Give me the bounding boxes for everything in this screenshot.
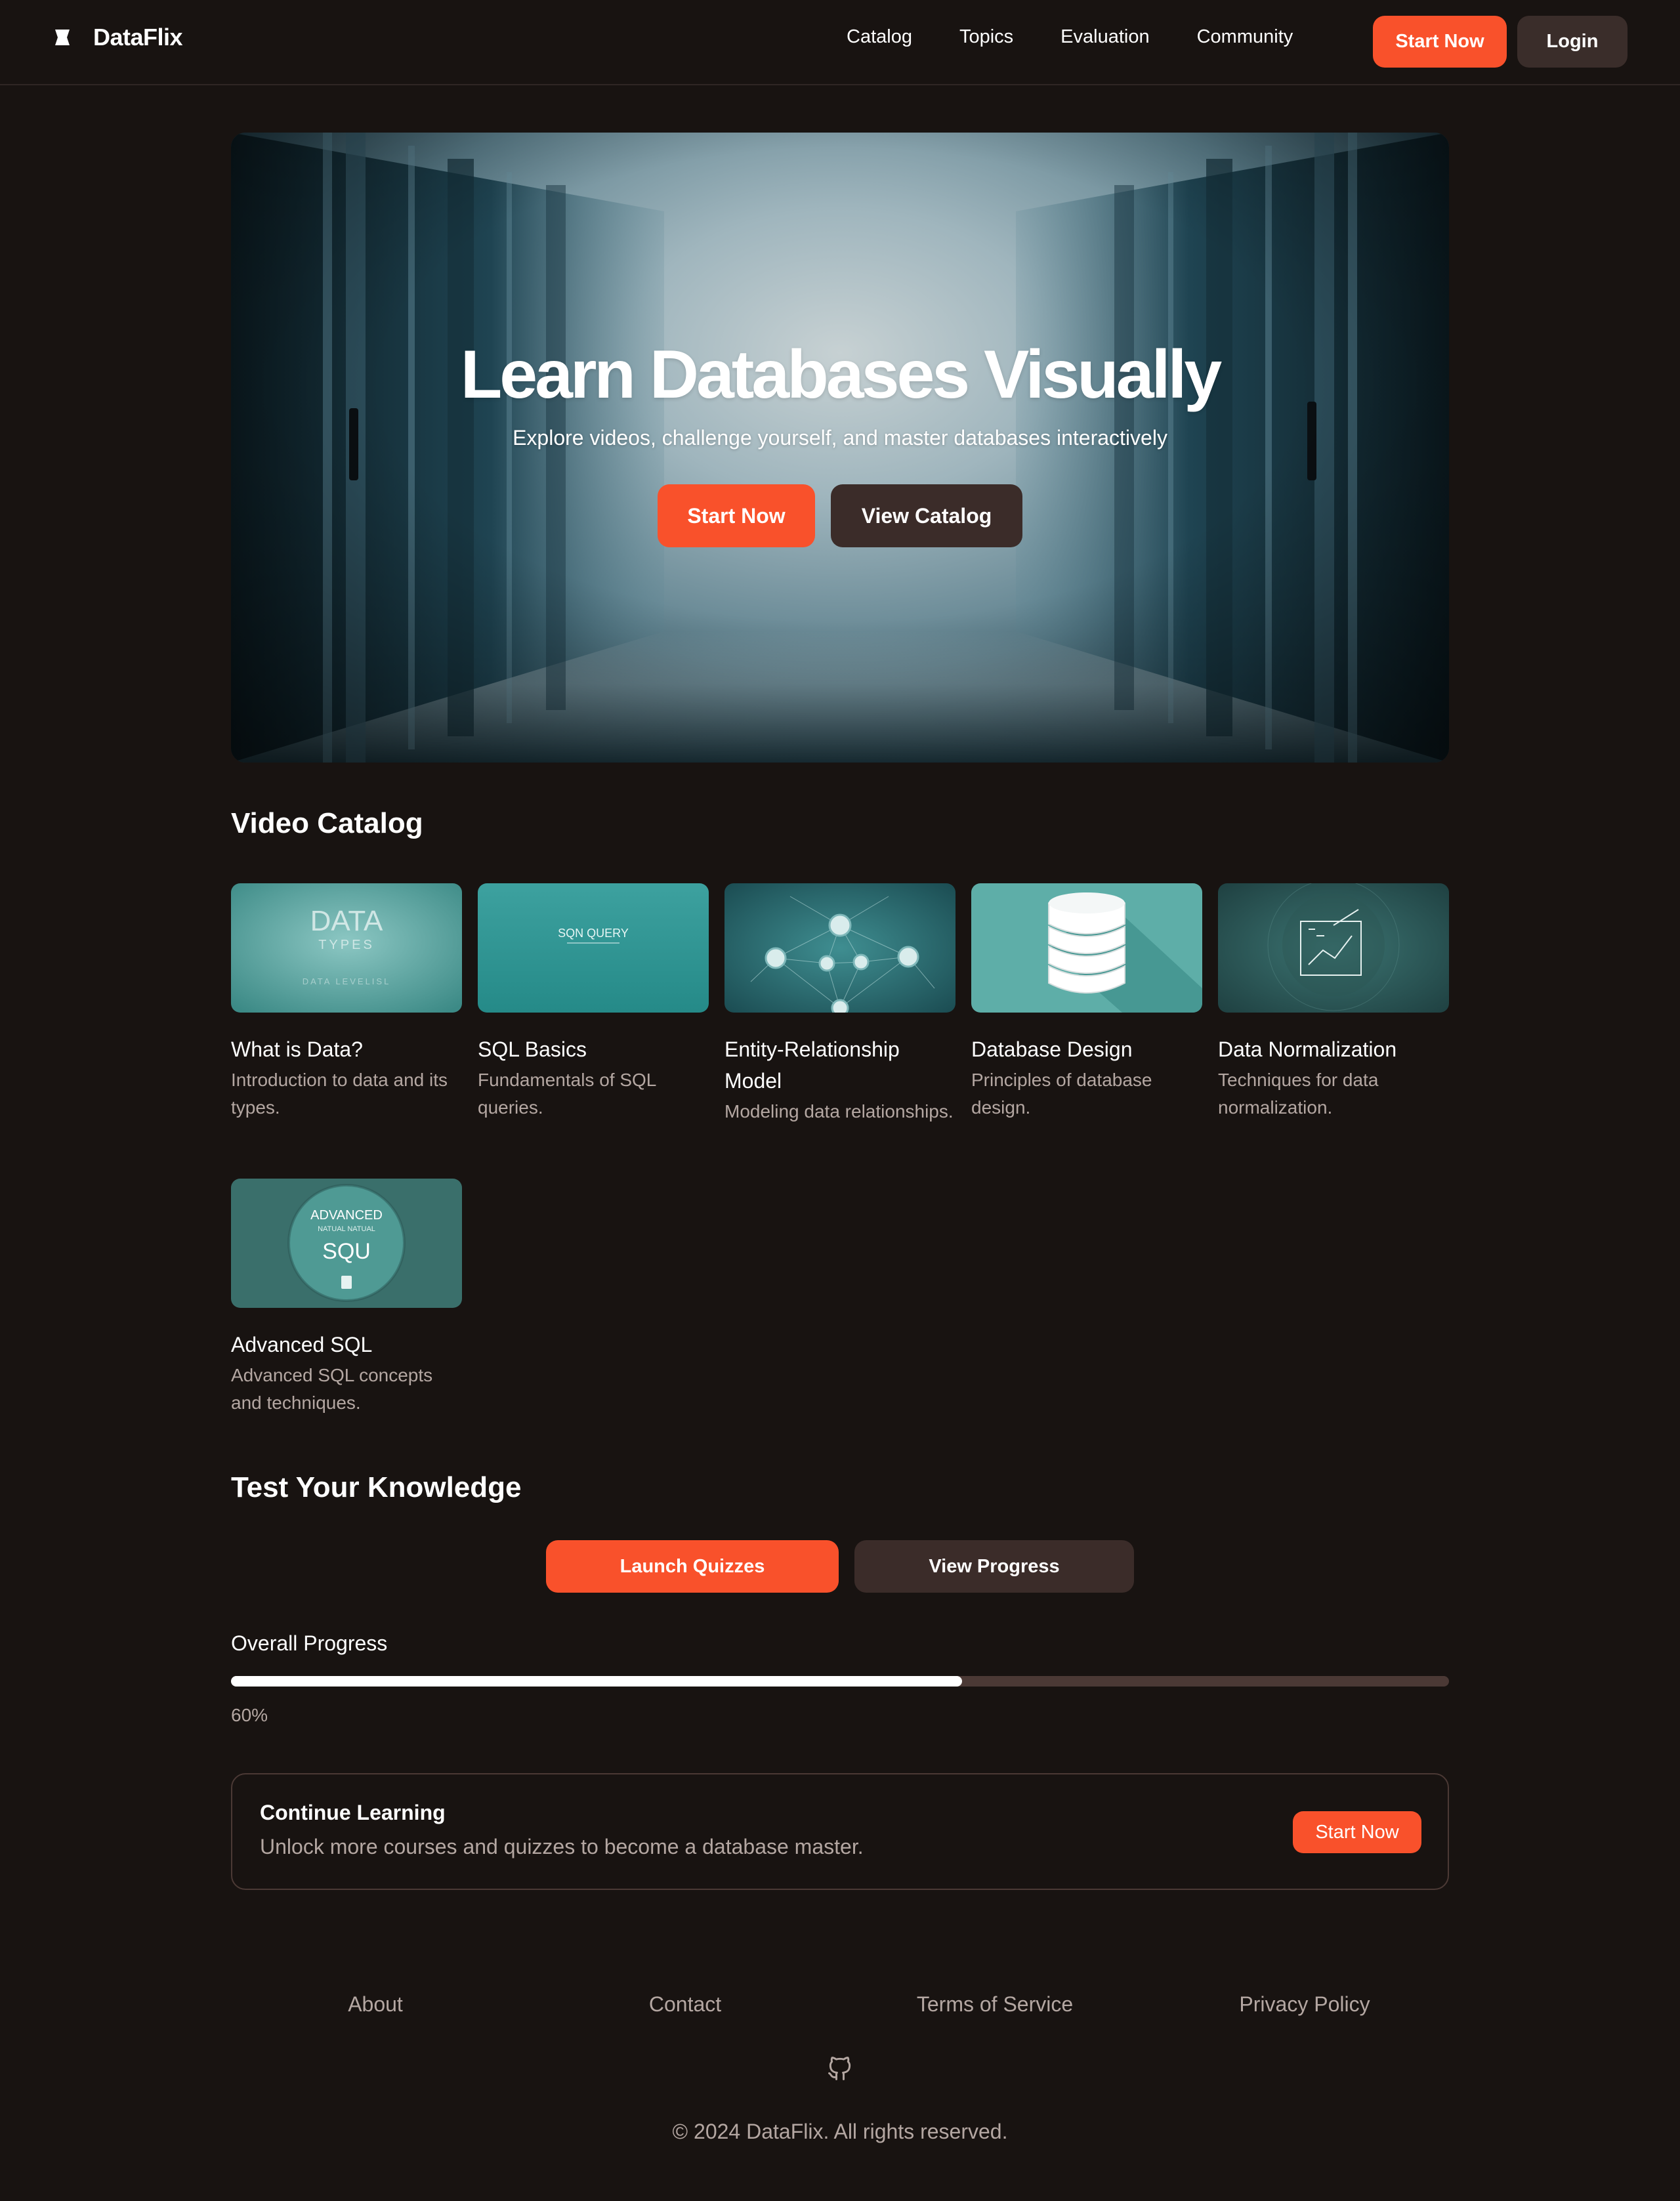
video-card-sql-basics[interactable]: SQN QUERY SQL Basics Fundamentals of SQL…: [478, 883, 709, 1121]
thumb-text-natual: NATUAL NATUAL: [318, 1225, 375, 1233]
video-card-er-model[interactable]: Entity-Relationship Model Modeling data …: [724, 883, 956, 1125]
continue-learning-title: Continue Learning: [260, 1801, 446, 1824]
main-nav: Catalog Topics Evaluation Community: [847, 26, 1340, 48]
test-your-knowledge-title: Test Your Knowledge: [231, 1471, 522, 1503]
header-start-now-button[interactable]: Start Now: [1373, 16, 1507, 68]
github-icon[interactable]: [826, 2054, 854, 2083]
hero-view-catalog-button[interactable]: View Catalog: [831, 484, 1022, 547]
nav-link-catalog[interactable]: Catalog: [847, 26, 912, 48]
progress-percentage: 60%: [231, 1705, 268, 1725]
footer-link-contact[interactable]: Contact: [649, 1992, 721, 2017]
video-thumbnail-sql-query[interactable]: SQN QUERY: [478, 883, 709, 1013]
view-progress-button[interactable]: View Progress: [854, 1540, 1134, 1593]
video-card-what-is-data[interactable]: DATA TYPES DATA LEVELISL What is Data? I…: [231, 883, 462, 1121]
video-title[interactable]: SQL Basics: [478, 1034, 709, 1065]
footer-link-privacy[interactable]: Privacy Policy: [1239, 1992, 1370, 2017]
hero-start-now-button[interactable]: Start Now: [658, 484, 815, 547]
video-description: Principles of database design.: [971, 1070, 1152, 1118]
video-card-database-design[interactable]: Database Design Principles of database d…: [971, 883, 1202, 1121]
video-description: Modeling data relationships.: [724, 1101, 954, 1121]
overall-progress-bar: [231, 1676, 1449, 1687]
video-thumbnail-entity-network[interactable]: [724, 883, 956, 1013]
thumb-text-caption: DATA LEVELISL: [303, 976, 391, 986]
progress-bar-fill: [231, 1676, 962, 1687]
video-description: Advanced SQL concepts and techniques.: [231, 1365, 433, 1413]
hero-banner: Learn Databases Visually Explore videos,…: [231, 133, 1449, 763]
thumb-text-sql-query: SQN QUERY: [558, 927, 629, 940]
video-description: Techniques for data normalization.: [1218, 1070, 1379, 1118]
video-title[interactable]: Entity-Relationship Model: [724, 1034, 956, 1097]
nav-link-topics[interactable]: Topics: [959, 26, 1013, 48]
footer-link-about[interactable]: About: [348, 1992, 403, 2017]
brand[interactable]: DataFlix: [52, 24, 183, 51]
copyright-text: © 2024 DataFlix. All rights reserved.: [672, 2120, 1008, 2143]
video-thumbnail-normalization-chart[interactable]: [1218, 883, 1449, 1013]
thumb-text-squ: SQU: [322, 1239, 371, 1264]
video-title[interactable]: Database Design: [971, 1034, 1202, 1065]
nav-link-community[interactable]: Community: [1197, 26, 1293, 48]
brand-name: DataFlix: [93, 24, 183, 51]
video-thumbnail-advanced-sql[interactable]: ADVANCED NATUAL NATUAL SQU: [231, 1179, 462, 1308]
hero-content: Learn Databases Visually Explore videos,…: [231, 133, 1449, 763]
video-title[interactable]: What is Data?: [231, 1034, 462, 1065]
footer-link-terms[interactable]: Terms of Service: [917, 1992, 1073, 2017]
thumb-text-types: TYPES: [318, 938, 375, 952]
continue-learning-description: Unlock more courses and quizzes to becom…: [260, 1835, 864, 1858]
thumb-text-data: DATA: [310, 905, 383, 937]
video-description: Introduction to data and its types.: [231, 1070, 448, 1118]
video-card-advanced-sql[interactable]: ADVANCED NATUAL NATUAL SQU Advanced SQL …: [231, 1179, 462, 1417]
video-title[interactable]: Data Normalization: [1218, 1034, 1449, 1065]
continue-learning-card: Continue Learning Unlock more courses an…: [231, 1773, 1449, 1890]
nav-link-evaluation[interactable]: Evaluation: [1060, 26, 1149, 48]
thumb-text-advanced: ADVANCED: [310, 1208, 383, 1223]
video-card-data-normalization[interactable]: Data Normalization Techniques for data n…: [1218, 883, 1449, 1121]
video-title[interactable]: Advanced SQL: [231, 1329, 462, 1360]
overall-progress-label: Overall Progress: [231, 1631, 388, 1655]
hero-buttons: Start Now View Catalog: [658, 484, 1022, 547]
video-thumbnail-database-stack[interactable]: [971, 883, 1202, 1013]
video-description: Fundamentals of SQL queries.: [478, 1070, 656, 1118]
continue-start-now-button[interactable]: Start Now: [1293, 1811, 1421, 1853]
header-login-button[interactable]: Login: [1517, 16, 1628, 68]
video-catalog-title: Video Catalog: [231, 807, 423, 839]
hero-subtitle: Explore videos, challenge yourself, and …: [513, 426, 1167, 450]
video-thumbnail-data-types[interactable]: DATA TYPES DATA LEVELISL: [231, 883, 462, 1013]
launch-quizzes-button[interactable]: Launch Quizzes: [546, 1540, 839, 1593]
hero-title: Learn Databases Visually: [460, 337, 1223, 413]
dataflix-logo-icon: [55, 30, 70, 45]
top-navigation-bar: DataFlix Catalog Topics Evaluation Commu…: [0, 0, 1680, 85]
